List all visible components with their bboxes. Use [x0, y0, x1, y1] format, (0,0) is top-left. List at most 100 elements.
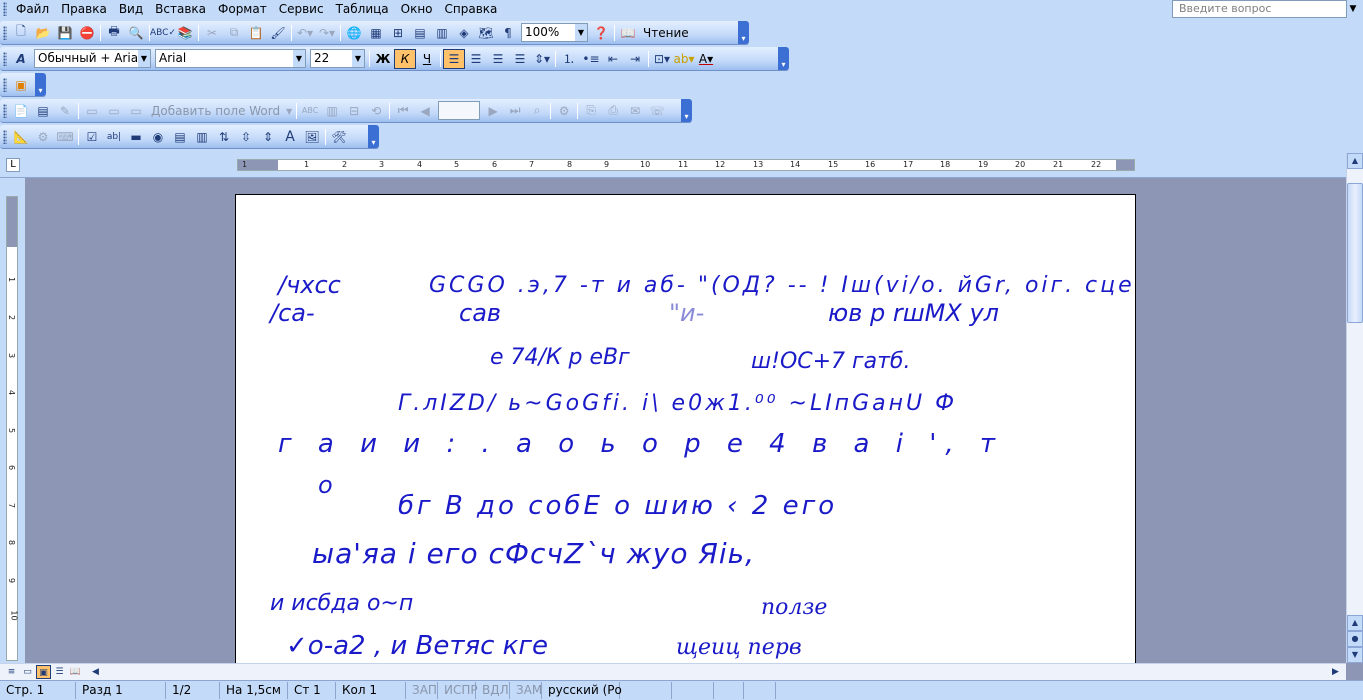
- toolbar-grip[interactable]: [3, 103, 7, 118]
- design-mode-icon[interactable]: 📐: [10, 127, 32, 147]
- columns-icon[interactable]: ▥: [431, 23, 453, 43]
- underline-button[interactable]: Ч: [416, 49, 438, 69]
- ruler-bar[interactable]: 1 1 2 3 4 5 6 7 8 9 10 11 12 13 14 15 16…: [237, 159, 1135, 171]
- status-spelling[interactable]: [620, 682, 672, 699]
- merge-to-email-icon[interactable]: ✉: [624, 101, 646, 121]
- font-color-icon[interactable]: A▾: [695, 49, 717, 69]
- toolbar-grip[interactable]: [3, 51, 7, 66]
- styles-icon[interactable]: A: [10, 49, 32, 69]
- chevron-down-icon[interactable]: ▼: [293, 50, 305, 67]
- toolbar-options-icon[interactable]: ▾: [35, 73, 46, 96]
- toolbar-options-icon[interactable]: ▾: [738, 21, 749, 44]
- frame-icon[interactable]: ▣: [10, 75, 32, 95]
- menu-table[interactable]: Таблица: [330, 0, 395, 18]
- scroll-up-icon[interactable]: ▲: [1347, 153, 1363, 169]
- highlight-icon[interactable]: ab▾: [673, 49, 695, 69]
- toolbar-options-icon[interactable]: ▾: [778, 47, 789, 70]
- last-record-icon[interactable]: ⏭: [504, 101, 526, 121]
- propagate-labels-icon[interactable]: ⟲: [365, 101, 387, 121]
- view-merged-icon[interactable]: ABC: [299, 101, 321, 121]
- scroll-left-icon[interactable]: ◀: [88, 665, 103, 679]
- chevron-down-icon[interactable]: ▼: [352, 50, 364, 67]
- permission-icon[interactable]: ⛔: [76, 23, 98, 43]
- increase-indent-icon[interactable]: ⇥: [624, 49, 646, 69]
- save-icon[interactable]: 💾: [54, 23, 76, 43]
- scrollbar-control-icon[interactable]: ⇕: [257, 127, 279, 147]
- paste-icon[interactable]: 📋: [245, 23, 267, 43]
- menu-view[interactable]: Вид: [113, 0, 149, 18]
- listbox-control-icon[interactable]: ▤: [169, 127, 191, 147]
- print-icon[interactable]: 🖶: [103, 23, 125, 43]
- scroll-thumb[interactable]: [1347, 183, 1363, 323]
- cut-icon[interactable]: ✂: [201, 23, 223, 43]
- research-icon[interactable]: 📚: [174, 23, 196, 43]
- italic-button[interactable]: К: [394, 48, 416, 69]
- normal-view-icon[interactable]: ≡: [4, 665, 19, 679]
- merge-fields-icon[interactable]: ▭: [125, 101, 147, 121]
- more-controls-icon[interactable]: 🛠: [328, 127, 350, 147]
- chevron-down-icon[interactable]: ▼: [138, 50, 150, 67]
- select-browse-object-icon[interactable]: ●: [1347, 631, 1363, 647]
- bullets-icon[interactable]: •≡: [580, 49, 602, 69]
- status-column[interactable]: Кол 1: [336, 682, 406, 699]
- print-layout-icon[interactable]: ▣: [36, 665, 51, 679]
- previous-record-icon[interactable]: ◀: [414, 101, 436, 121]
- scroll-right-icon[interactable]: ▶: [1328, 665, 1343, 679]
- main-document-icon[interactable]: 📄: [10, 101, 32, 121]
- ask-dropdown-icon[interactable]: ▼: [1347, 0, 1359, 18]
- drawing-icon[interactable]: ◈: [453, 23, 475, 43]
- font-select[interactable]: Arial ▼: [155, 49, 306, 68]
- status-language[interactable]: русский (Ро: [542, 682, 622, 699]
- merge-to-printer-icon[interactable]: ⎙: [602, 101, 624, 121]
- borders-icon[interactable]: ⊡▾: [651, 49, 673, 69]
- merge-to-document-icon[interactable]: ⎘: [580, 101, 602, 121]
- match-fields-icon[interactable]: ⊟: [343, 101, 365, 121]
- menu-help[interactable]: Справка: [439, 0, 504, 18]
- edit-recipients-icon[interactable]: ✎: [54, 101, 76, 121]
- format-painter-icon[interactable]: 🖌: [267, 23, 289, 43]
- menu-edit[interactable]: Правка: [55, 0, 113, 18]
- label-control-icon[interactable]: A: [279, 127, 301, 147]
- align-left-icon[interactable]: ☰: [443, 48, 465, 69]
- outline-view-icon[interactable]: ☰: [52, 665, 67, 679]
- status-overtype[interactable]: ЗАМ: [510, 682, 542, 699]
- toolbar-options-icon[interactable]: ▾: [681, 99, 692, 122]
- menu-file[interactable]: Файл: [10, 0, 55, 18]
- menu-format[interactable]: Формат: [212, 0, 273, 18]
- reading-view-icon[interactable]: 📖: [68, 665, 83, 679]
- undo-icon[interactable]: ↶▾: [294, 23, 316, 43]
- web-view-icon[interactable]: ▭: [20, 665, 35, 679]
- menu-window[interactable]: Окно: [395, 0, 439, 18]
- greeting-line-icon[interactable]: ▭: [103, 101, 125, 121]
- highlight-fields-icon[interactable]: ▥: [321, 101, 343, 121]
- chevron-down-icon[interactable]: ▾: [284, 101, 294, 121]
- status-track-changes[interactable]: ИСПР: [438, 682, 478, 699]
- line-spacing-icon[interactable]: ⇕▾: [531, 49, 553, 69]
- status-extend[interactable]: ВДЛ: [476, 682, 510, 699]
- textbox-control-icon[interactable]: ab|: [103, 127, 125, 147]
- font-size-select[interactable]: 22 ▼: [310, 49, 365, 68]
- merge-to-fax-icon[interactable]: ☏: [646, 101, 668, 121]
- status-pages[interactable]: 1/2: [166, 682, 220, 699]
- hyperlink-icon[interactable]: 🌐: [343, 23, 365, 43]
- redo-icon[interactable]: ↷▾: [316, 23, 338, 43]
- justify-icon[interactable]: ☰: [509, 49, 531, 69]
- show-hide-icon[interactable]: ¶: [497, 23, 519, 43]
- first-record-icon[interactable]: ⏮: [392, 101, 414, 121]
- align-right-icon[interactable]: ☰: [487, 49, 509, 69]
- ask-question-input[interactable]: Введите вопрос: [1172, 0, 1347, 18]
- toolbar-grip[interactable]: [3, 129, 7, 144]
- properties-icon[interactable]: ⚙: [32, 127, 54, 147]
- status-page[interactable]: Стр. 1: [0, 682, 76, 699]
- status-position[interactable]: На 1,5см: [220, 682, 288, 699]
- view-code-icon[interactable]: ⌨: [54, 127, 76, 147]
- menu-tools[interactable]: Сервис: [273, 0, 330, 18]
- style-select[interactable]: Обычный + Arial, . ▼: [34, 49, 151, 68]
- new-document-icon[interactable]: 🗋: [10, 23, 32, 43]
- zoom-select[interactable]: 100% ▼: [521, 23, 588, 42]
- radio-control-icon[interactable]: ◉: [147, 127, 169, 147]
- menu-insert[interactable]: Вставка: [149, 0, 212, 18]
- add-word-field-button[interactable]: Добавить поле Word: [147, 104, 284, 118]
- vertical-scrollbar[interactable]: ▲ ▲ ● ▼: [1346, 153, 1363, 663]
- spin-control-icon[interactable]: ⇳: [235, 127, 257, 147]
